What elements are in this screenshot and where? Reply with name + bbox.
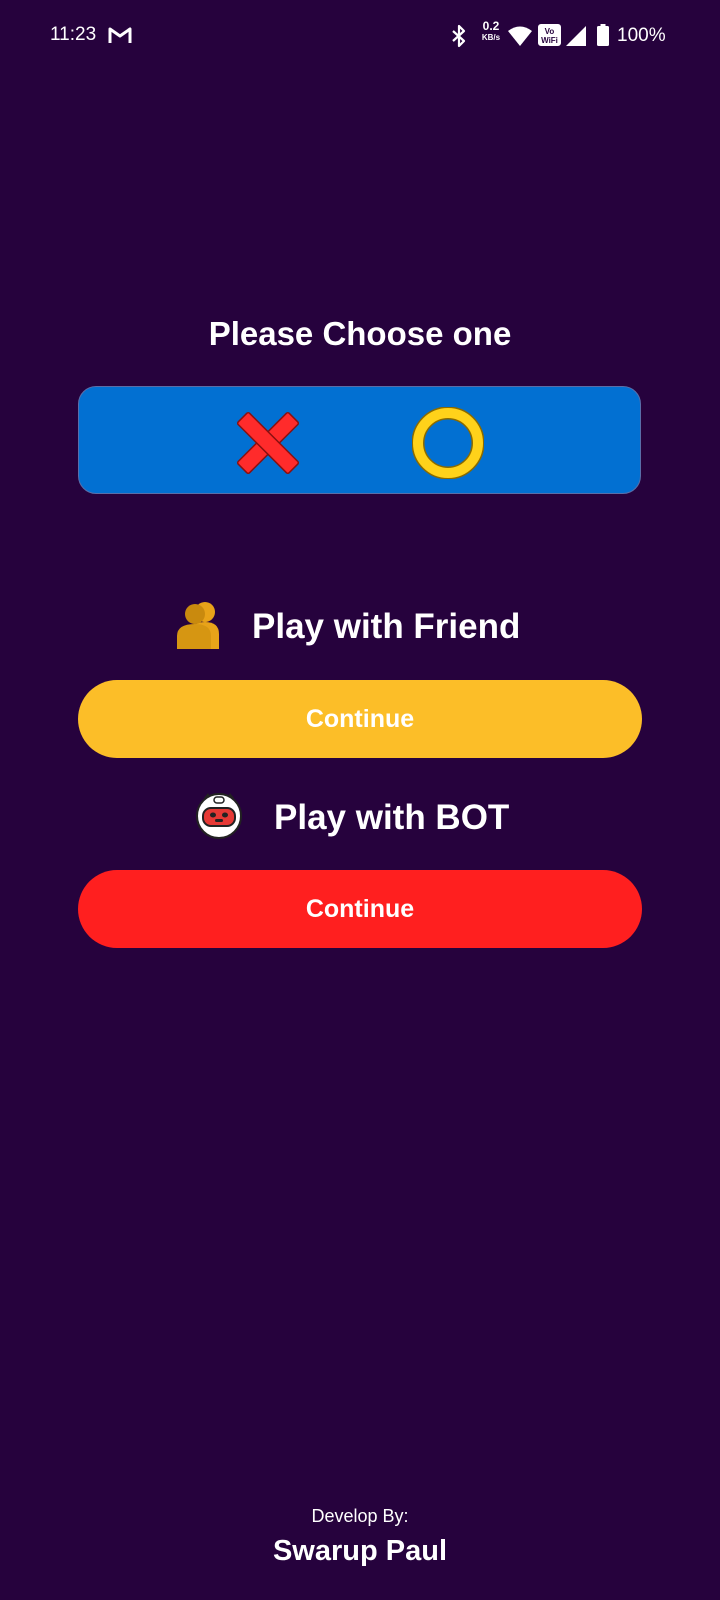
robot-icon [196,793,242,839]
vowifi-top-label: Vo [544,27,555,36]
gmail-icon [108,27,132,43]
vowifi-icon: Vo WiFi [538,24,561,46]
continue-bot-button[interactable]: Continue [78,870,642,948]
network-speed: 0.2 KB/s [480,20,502,43]
choose-title: Please Choose one [208,315,512,352]
signal-icon [566,26,586,46]
status-bar: 11:23 0.2 KB/s Vo WiFi 100% [0,0,720,72]
battery-percentage: 100% [617,25,666,46]
develop-by-label: Develop By: [311,1506,409,1526]
bluetooth-icon [452,24,466,48]
symbol-choice-card [78,386,641,494]
network-speed-unit: KB/s [481,33,501,42]
vowifi-bottom-label: WiFi [541,36,558,45]
play-with-bot-label: Play with BOT [274,798,510,837]
battery-icon [597,24,609,46]
o-symbol-button[interactable] [412,407,484,479]
developer-name: Swarup Paul [272,1535,448,1567]
play-with-friend-label: Play with Friend [252,607,521,646]
continue-friend-button[interactable]: Continue [78,680,642,758]
wifi-icon [508,26,532,46]
x-symbol-button[interactable] [232,407,304,479]
friends-icon [177,602,219,649]
network-speed-value: 0.2 [482,19,500,33]
status-time: 11:23 [50,24,97,45]
